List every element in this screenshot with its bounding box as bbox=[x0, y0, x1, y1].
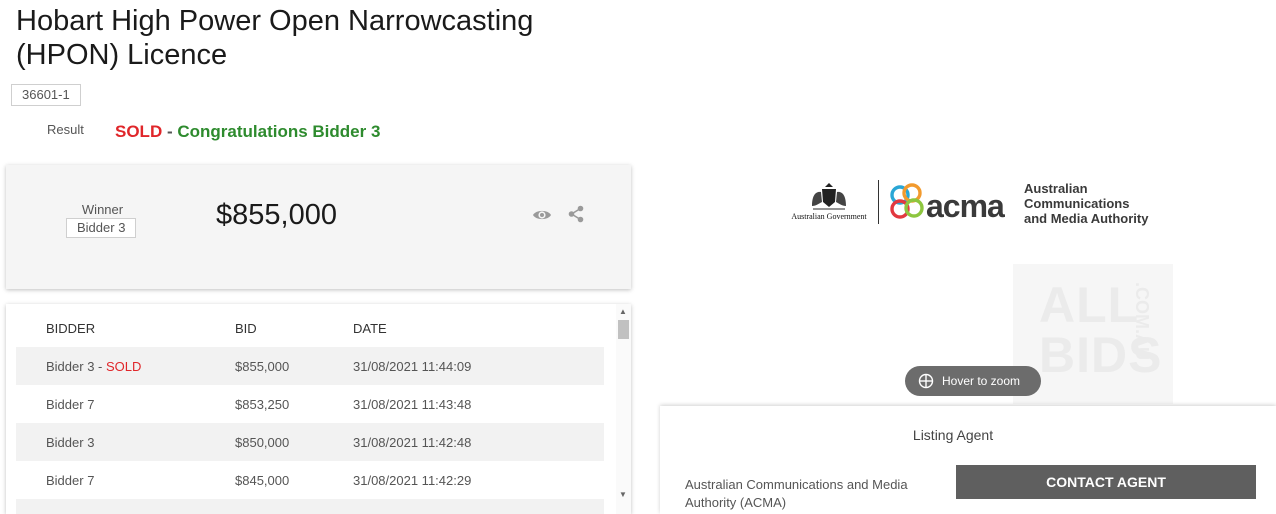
date-cell: 31/08/2021 11:44:09 bbox=[353, 359, 472, 374]
australian-government-logo: Australian Government bbox=[786, 182, 872, 221]
bid-cell: $845,000 bbox=[235, 473, 290, 488]
result-separator: - bbox=[162, 122, 178, 141]
scroll-up-arrow-icon[interactable]: ▲ bbox=[619, 307, 627, 316]
hover-to-zoom-button[interactable]: Hover to zoom bbox=[905, 366, 1041, 396]
bid-cell: $850,000 bbox=[235, 435, 290, 450]
winner-card: Winner Bidder 3 $855,000 bbox=[6, 165, 631, 289]
result-label: Result bbox=[47, 122, 84, 137]
acma-tagline: Australian Communications and Media Auth… bbox=[1024, 181, 1148, 226]
tagline-line: Australian bbox=[1024, 181, 1088, 196]
table-row: Bidder 3 - SOLD $855,000 31/08/2021 11:4… bbox=[16, 347, 604, 385]
bidder-cell: Bidder 7 bbox=[46, 397, 95, 412]
winner-name-badge: Bidder 3 bbox=[66, 218, 137, 238]
logo-divider bbox=[878, 180, 879, 224]
bid-history-table: BIDDER BID DATE Bidder 3 - SOLD $855,000… bbox=[6, 304, 631, 514]
agent-title: Listing Agent bbox=[912, 427, 994, 443]
table-row: Bidder 3 $850,000 31/08/2021 11:42:48 bbox=[16, 423, 604, 461]
bid-cell: $855,000 bbox=[235, 359, 290, 374]
header-bidder: BIDDER bbox=[46, 321, 96, 336]
bidder-cell: Bidder 3 - SOLD bbox=[46, 359, 142, 374]
result-message: Congratulations Bidder 3 bbox=[177, 122, 381, 141]
result-status: SOLD bbox=[115, 122, 163, 141]
tagline-line: Communications bbox=[1024, 196, 1130, 211]
watermark-domain: .COM.AU bbox=[1132, 282, 1152, 360]
header-bid: BID bbox=[235, 321, 257, 336]
date-cell: 31/08/2021 11:43:48 bbox=[353, 397, 472, 412]
acma-wordmark: acma bbox=[926, 188, 1005, 224]
sold-tag: SOLD bbox=[105, 359, 142, 374]
table-row: Bidder 7 $845,000 31/08/2021 11:42:29 bbox=[16, 461, 604, 499]
table-row bbox=[16, 499, 604, 514]
share-icon[interactable] bbox=[566, 204, 586, 224]
hover-label: Hover to zoom bbox=[942, 374, 1021, 388]
header-date: DATE bbox=[353, 321, 387, 336]
coat-of-arms-icon bbox=[812, 183, 846, 210]
date-cell: 31/08/2021 11:42:29 bbox=[353, 473, 472, 488]
table-scrollbar[interactable]: ▲ ▼ bbox=[616, 304, 631, 514]
bid-cell: $853,250 bbox=[235, 397, 290, 412]
bidder-cell: Bidder 7 bbox=[46, 473, 95, 488]
bidder-cell: Bidder 3 bbox=[46, 435, 95, 450]
listing-title: Hobart High Power Open Narrowcasting (HP… bbox=[16, 5, 534, 71]
zoom-crosshair-icon bbox=[918, 373, 934, 389]
winner-amount: $855,000 bbox=[216, 199, 337, 231]
result-text: SOLD - Congratulations Bidder 3 bbox=[115, 122, 380, 142]
eye-icon[interactable] bbox=[532, 205, 552, 225]
table-row: Bidder 7 $853,250 31/08/2021 11:43:48 bbox=[16, 385, 604, 423]
listing-agent-card: Listing Agent Australian Communications … bbox=[660, 406, 1276, 514]
bidder-name: Bidder 3 bbox=[46, 359, 95, 374]
scroll-down-arrow-icon[interactable]: ▼ bbox=[619, 490, 627, 499]
contact-agent-button[interactable]: CONTACT AGENT bbox=[956, 465, 1256, 499]
scroll-thumb[interactable] bbox=[618, 320, 629, 339]
acma-logo: Australian Government acma Australian Co… bbox=[786, 178, 1166, 230]
agent-name: Australian Communications and Media Auth… bbox=[685, 477, 908, 510]
winner-label: Winner bbox=[81, 202, 124, 217]
gov-text: Australian Government bbox=[791, 212, 867, 221]
tagline-line: and Media Authority bbox=[1024, 211, 1149, 226]
lot-number-badge: 36601-1 bbox=[11, 84, 81, 106]
date-cell: 31/08/2021 11:42:48 bbox=[353, 435, 472, 450]
